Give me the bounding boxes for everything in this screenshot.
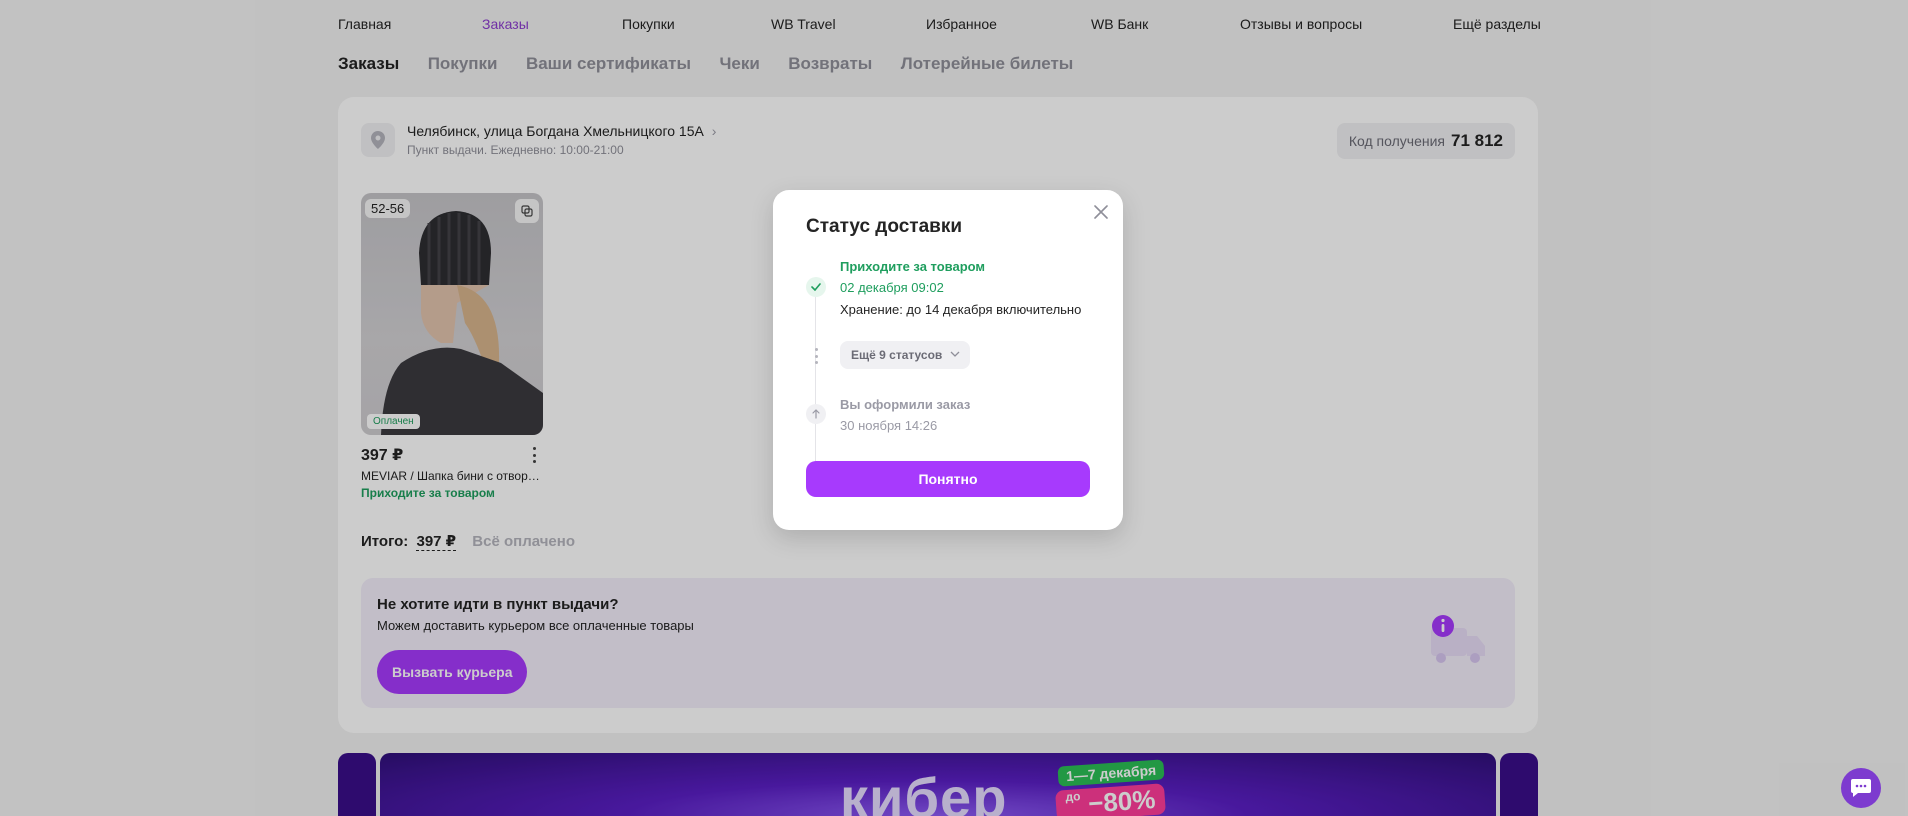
chat-icon [1851, 779, 1871, 797]
modal-title: Статус доставки [806, 216, 963, 237]
storage-info: Хранение: до 14 декабря включительно [840, 302, 1082, 317]
orders-page: Главная Заказы Покупки WB Travel Избранн… [0, 0, 1908, 816]
arrow-up-icon [806, 404, 826, 424]
chevron-down-icon [950, 351, 960, 357]
check-icon [806, 277, 826, 297]
close-icon[interactable] [1089, 200, 1113, 224]
more-statuses-button[interactable]: Ещё 9 статусов [840, 341, 971, 369]
more-dots-icon [814, 348, 818, 364]
status-created-title: Вы оформили заказ [840, 397, 971, 412]
status-ready-title: Приходите за товаром [840, 259, 986, 274]
ok-button[interactable]: Понятно [806, 461, 1090, 497]
status-created-date: 30 ноября 14:26 [840, 418, 938, 433]
support-chat-button[interactable] [1841, 768, 1881, 808]
delivery-status-modal: Статус доставки Приходите за товаром 02 … [773, 190, 1123, 530]
status-ready-date: 02 декабря 09:02 [840, 280, 944, 295]
timeline-line [815, 290, 816, 490]
